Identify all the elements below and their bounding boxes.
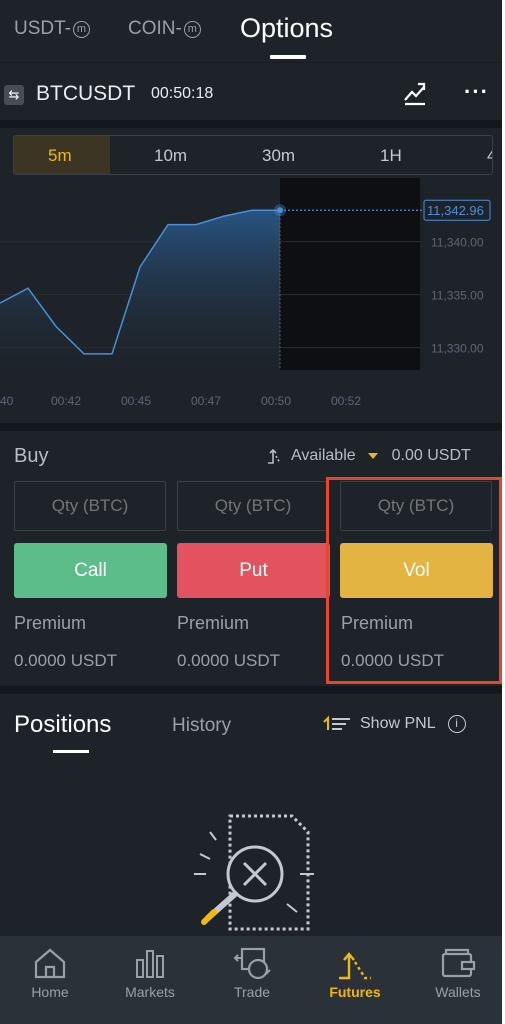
tab-options[interactable]: Options — [240, 13, 333, 44]
nav-trade-label: Trade — [233, 984, 271, 1000]
section-divider — [0, 686, 502, 694]
interval-5m[interactable]: 5m — [48, 146, 72, 166]
available-balance: Available 0.00 USDT — [265, 447, 471, 465]
interval-selector: 5m 10m 30m 1H 4 — [13, 135, 493, 175]
nav-markets-label: Markets — [125, 984, 175, 1000]
interval-4h[interactable]: 4 — [487, 146, 492, 166]
put-premium-value: 0.0000 USDT — [177, 651, 280, 670]
tab-coin-m[interactable]: COIN-m — [128, 18, 201, 40]
empty-state-icon — [194, 814, 314, 931]
put-premium-label: Premium — [177, 613, 250, 633]
call-button[interactable]: Call — [14, 543, 167, 598]
price-chart-section: 5m 10m 30m 1H 4 11,340.00 11,335.00 11,330… — [0, 128, 502, 423]
available-label: Available — [291, 447, 356, 464]
tab-options-label: Options — [240, 13, 334, 43]
nav-home-label: Home — [31, 984, 69, 1000]
chart-type-icon[interactable] — [402, 80, 428, 106]
section-divider — [0, 120, 502, 128]
y-tick-label: 11,340.00 — [431, 236, 484, 250]
filter-lines-icon — [323, 715, 350, 730]
put-qty-input[interactable] — [177, 481, 329, 531]
nav-home[interactable]: Home — [0, 936, 100, 1024]
tab-positions[interactable]: Positions — [14, 711, 111, 739]
future-zone — [280, 178, 420, 370]
interval-1h[interactable]: 1H — [380, 146, 402, 166]
bottom-navigation: Home Markets Trade Futures Wallets — [0, 936, 502, 1024]
positions-underline — [53, 750, 89, 753]
symbol-bar: ⇆ BTCUSDT 00:50:18 ··· — [0, 62, 502, 120]
available-value: 0.00 USDT — [391, 447, 471, 464]
last-price-dot — [277, 207, 283, 214]
x-tick-label: 00:50 — [261, 394, 291, 408]
y-tick-label: 11,335.00 — [431, 289, 484, 303]
x-tick-label: 00:45 — [121, 394, 151, 408]
tab-usdt-m-label: USDT- — [14, 18, 71, 39]
price-area-chart[interactable]: 11,340.00 11,335.00 11,330.00 11,342.96 40 00… — [0, 178, 502, 423]
swap-icon[interactable]: ⇆ — [4, 85, 24, 105]
nav-markets[interactable]: Markets — [100, 936, 200, 1024]
app-screen: USDT-m COIN-m Options ⇆ BTCUSDT 00:50:18… — [0, 0, 502, 1024]
home-icon — [34, 948, 66, 979]
wallets-icon — [441, 948, 476, 978]
nav-wallets-label: Wallets — [435, 984, 481, 1000]
show-pnl-toggle[interactable]: Show PNL i — [322, 715, 466, 733]
interval-10m[interactable]: 10m — [154, 146, 187, 166]
m-badge-icon: m — [73, 20, 90, 38]
show-pnl-label: Show PNL — [360, 715, 436, 732]
call-qty-input[interactable] — [14, 481, 166, 531]
put-button[interactable]: Put — [177, 543, 330, 598]
nav-trade[interactable]: Trade — [202, 936, 302, 1024]
interval-30m[interactable]: 30m — [262, 146, 295, 166]
symbol-name[interactable]: BTCUSDT — [36, 82, 135, 106]
x-tick-label: 00:47 — [191, 394, 221, 408]
nav-wallets[interactable]: Wallets — [408, 936, 502, 1024]
x-tick-label: 00:42 — [51, 394, 81, 408]
countdown-timer: 00:50:18 — [151, 85, 214, 102]
section-divider — [0, 423, 502, 431]
tab-history[interactable]: History — [172, 715, 231, 737]
positions-panel: Positions History Show PNL i — [0, 694, 502, 949]
tab-usdt-m[interactable]: USDT-m — [14, 18, 90, 40]
nav-futures[interactable]: Futures — [305, 936, 405, 1024]
x-tick-label: 40 — [0, 394, 14, 408]
m-badge-icon: m — [183, 20, 201, 38]
call-premium-label: Premium — [14, 613, 87, 633]
info-icon[interactable]: i — [447, 715, 466, 733]
price-area — [0, 210, 280, 373]
futures-icon — [339, 952, 371, 980]
trade-icon — [233, 947, 271, 980]
x-tick-label: 00:52 — [331, 394, 361, 408]
vol-highlight-box — [326, 477, 502, 684]
transfer-icon[interactable] — [265, 447, 283, 465]
tab-coin-m-label: COIN- — [128, 18, 182, 39]
markets-icon — [136, 950, 164, 978]
caret-down-icon[interactable] — [367, 453, 378, 459]
market-type-tabs: USDT-m COIN-m Options — [0, 0, 502, 62]
active-tab-underline — [270, 55, 306, 59]
call-premium-value: 0.0000 USDT — [14, 651, 117, 670]
buy-title: Buy — [14, 445, 49, 467]
current-price-label: 11,342.96 — [427, 203, 484, 218]
nav-futures-label: Futures — [329, 984, 381, 1000]
y-tick-label: 11,330.00 — [431, 342, 484, 356]
more-icon[interactable]: ··· — [464, 81, 489, 103]
